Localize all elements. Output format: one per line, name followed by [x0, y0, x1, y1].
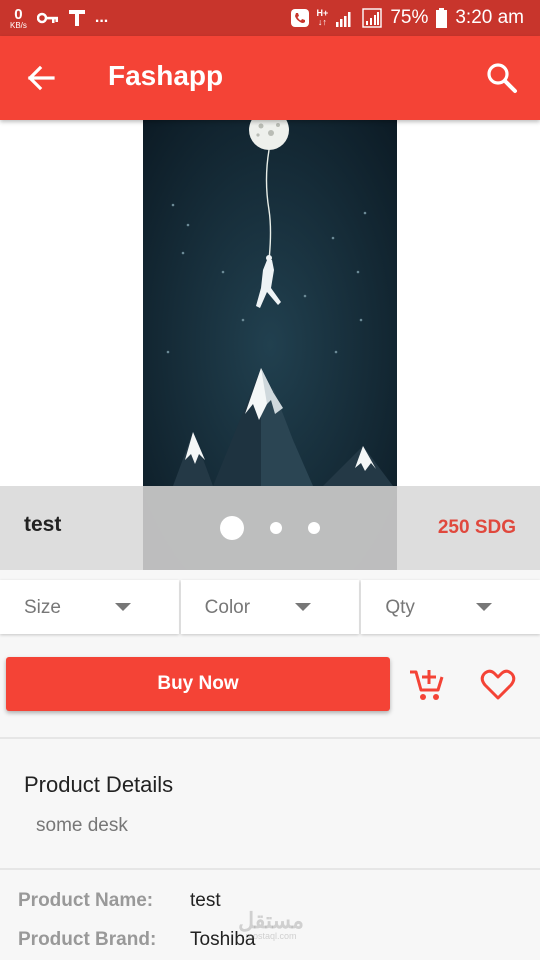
clock: 3:20 am [455, 7, 524, 28]
product-info-band: test 250 SDG [0, 486, 540, 570]
network-speed-unit: KB/s [10, 20, 27, 30]
size-dropdown[interactable]: Size [0, 580, 179, 634]
more-notifications-indicator: ... [94, 9, 109, 26]
network-speed: 0 KB/s [10, 7, 27, 30]
carousel-dot[interactable] [308, 522, 320, 534]
carousel-dot[interactable] [270, 522, 282, 534]
color-dropdown[interactable]: Color [180, 580, 360, 634]
search-button[interactable] [484, 60, 520, 96]
status-bar: 0 KB/s ... H+ ↓↑ 75% 3:20 am [0, 0, 540, 36]
product-title: test [24, 513, 62, 536]
option-selectors: Size Color Qty [0, 580, 540, 634]
battery-percent: 75% [390, 7, 429, 28]
favorite-button[interactable] [478, 664, 518, 704]
key-icon [36, 12, 58, 24]
spec-key: Product Name: [18, 890, 154, 911]
buy-now-button[interactable]: Buy Now [6, 657, 390, 711]
arrow-left-icon [27, 65, 55, 91]
app-bar: Fashapp [0, 36, 540, 120]
spec-value: test [190, 890, 221, 911]
divider [0, 868, 540, 870]
t-notification-icon [68, 10, 85, 26]
app-title: Fashapp [108, 60, 224, 91]
watermark-logo: مستقل mostaql.com [236, 910, 306, 941]
carousel-indicator [143, 486, 397, 570]
divider [0, 737, 540, 739]
color-dropdown-label: Color [204, 597, 251, 618]
carousel-dot-active[interactable] [220, 516, 244, 540]
chevron-down-icon [295, 603, 312, 611]
battery-icon [436, 8, 448, 28]
signal-secondary-icon [362, 8, 383, 28]
product-description: some desk [36, 815, 128, 836]
back-button[interactable] [22, 58, 62, 98]
search-icon [487, 63, 517, 93]
add-to-cart-button[interactable] [406, 664, 446, 704]
qty-dropdown-label: Qty [385, 597, 415, 618]
call-icon [290, 9, 309, 27]
qty-dropdown[interactable]: Qty [361, 580, 540, 634]
watermark-arabic: مستقل [238, 908, 304, 933]
heart-icon [480, 669, 516, 700]
size-dropdown-label: Size [24, 597, 61, 618]
product-details-heading: Product Details [24, 772, 174, 797]
watermark-latin: mostaql.com [245, 931, 297, 941]
chevron-down-icon [476, 603, 493, 611]
spec-key: Product Brand: [18, 929, 157, 950]
network-type: H+ ↓↑ [317, 9, 329, 27]
add-to-cart-icon [410, 670, 444, 700]
chevron-down-icon [114, 603, 131, 611]
network-speed-value: 0 [14, 5, 23, 23]
signal-icon [336, 12, 351, 27]
data-activity-arrows: ↓↑ [317, 17, 327, 27]
product-price: 250 SDG [437, 517, 516, 538]
